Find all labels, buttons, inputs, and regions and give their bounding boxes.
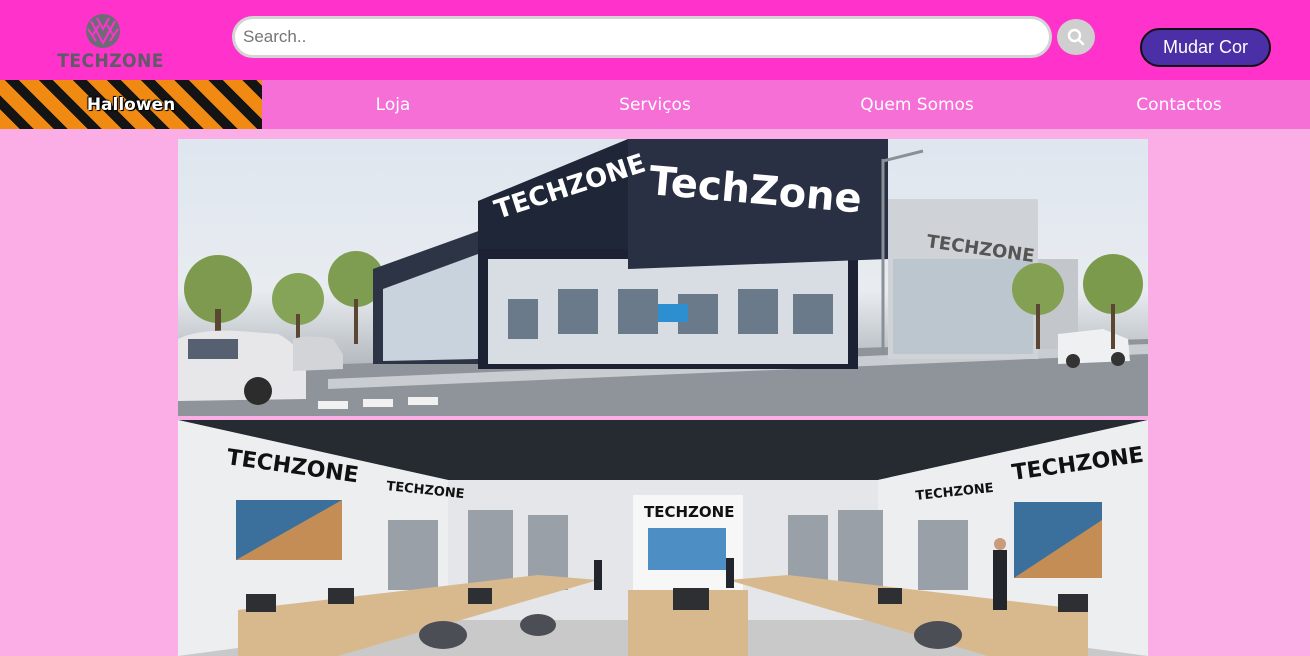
- nav-item-label: Loja: [375, 94, 411, 115]
- nav-item-hallowen[interactable]: Hallowen: [0, 80, 262, 129]
- nav-item-label: Hallowen: [86, 94, 176, 115]
- logo-globe-icon: [86, 14, 120, 48]
- store-interior-illustration: TECHZONE TECHZONE TECHZONE TECHZONE TECH…: [178, 420, 1148, 656]
- logo[interactable]: TECHZONE: [52, 10, 164, 74]
- nav-item-label: Contactos: [1136, 94, 1222, 115]
- interior-sign-center: TECHZONE: [644, 503, 734, 521]
- nav-item-servicos[interactable]: Serviços: [524, 80, 786, 129]
- nav-item-quem-somos[interactable]: Quem Somos: [786, 80, 1048, 129]
- nav-item-label: Quem Somos: [860, 94, 974, 115]
- logo-text: TECHZONE: [57, 50, 164, 72]
- header: TECHZONE Mudar Cor: [0, 0, 1310, 80]
- store-exterior-image: TECHZONE TechZone TECHZONE: [178, 139, 1148, 416]
- store-interior-image: TECHZONE TECHZONE TECHZONE TECHZONE TECH…: [178, 420, 1148, 656]
- nav-item-loja[interactable]: Loja: [262, 80, 524, 129]
- mudar-cor-button[interactable]: Mudar Cor: [1140, 28, 1271, 67]
- search-button[interactable]: [1057, 19, 1095, 55]
- nav-item-contactos[interactable]: Contactos: [1048, 80, 1310, 129]
- main-nav: Hallowen Loja Serviços Quem Somos Contac…: [0, 80, 1310, 129]
- nav-item-label: Serviços: [619, 94, 691, 115]
- car-left: [178, 330, 306, 405]
- search-input[interactable]: [232, 16, 1052, 58]
- store-exterior-illustration: TECHZONE TechZone TECHZONE: [178, 139, 1148, 416]
- search-icon: [1067, 28, 1085, 46]
